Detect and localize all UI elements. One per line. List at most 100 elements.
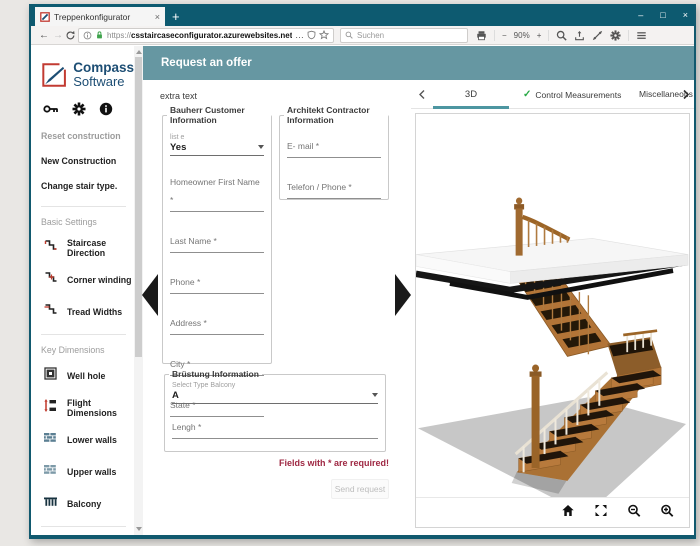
browser-titlebar: Treppenkonfigurator × + – □ × [31,4,694,26]
https-lock-icon [97,31,102,39]
customer-list-select[interactable]: list e Yes [170,134,264,156]
forward-button[interactable]: → [51,30,65,41]
page-actions-icon[interactable]: … [295,30,304,40]
save-pocket-icon[interactable] [574,30,585,41]
site-info-icon[interactable] [83,31,92,40]
new-tab-button[interactable]: + [172,7,180,26]
tab-control-measurements[interactable]: ✓ Control Measurements [523,80,621,109]
send-request-button[interactable]: Send request [331,479,389,499]
field-telefon[interactable]: Telefon / Phone * [287,177,381,199]
balcony-information-fieldset: Brüstung Information Select Type Balcony… [164,369,386,452]
window-minimize-button[interactable]: – [638,10,643,20]
customer-information-fieldset: Bauherr Customer Information list e Yes … [162,105,272,417]
search-placeholder: Suchen [357,30,385,40]
lower-walls-icon [43,430,58,450]
zoom-out-view-icon[interactable] [627,504,641,522]
url-text[interactable]: https://csstaircaseconfigurator.azureweb… [107,31,292,40]
field-last-name[interactable]: Last Name * [170,231,264,253]
home-view-icon[interactable] [561,504,575,522]
divider [41,206,126,207]
field-address[interactable]: Address * [170,313,264,335]
viewport-toolbar [416,497,689,527]
address-bar[interactable]: https://csstaircaseconfigurator.azureweb… [78,27,334,43]
print-icon[interactable] [476,30,487,41]
staircase-direction-icon [43,238,58,258]
search-input[interactable]: Suchen [340,27,468,43]
contractor-legend: Architekt Contractor Information [287,105,370,125]
sidebar-item-corner-winding[interactable]: Corner winding [43,270,134,290]
window-maximize-button[interactable]: □ [660,10,665,20]
zoom-in-button[interactable]: + [537,31,542,40]
balcony-icon [43,494,58,514]
reload-icon[interactable] [65,30,76,41]
sidebar-item-lower-walls[interactable]: Lower walls [43,430,134,450]
upper-walls-icon [43,462,58,482]
settings-gear-icon[interactable] [610,29,621,41]
magnifier-icon[interactable] [556,30,568,41]
browser-toolbar: ← → https://csstaircaseconfigurator.azur… [31,26,694,45]
list-label: list e [170,133,185,141]
customer-legend: Bauherr Customer Information [170,105,245,125]
zoom-in-view-icon[interactable] [660,504,674,522]
info-icon[interactable] [99,102,113,121]
viewer-panel: 3D ✓ Control Measurements Miscellaneous [411,80,694,535]
balcony-type-value: A [172,389,179,401]
balcony-legend: Brüstung Information [172,369,259,379]
viewer-tabbar: 3D ✓ Control Measurements Miscellaneous [411,80,694,109]
tabs-scroll-left-icon[interactable] [417,89,427,100]
panel-arrow-right[interactable] [395,274,411,316]
chevron-down-icon [258,145,264,150]
field-email[interactable]: E- mail * [287,136,381,158]
3d-viewport[interactable] [415,113,690,528]
sidebar-item-balcony[interactable]: Balcony [43,494,134,514]
sidebar-item-flight-dimensions[interactable]: Flight Dimensions [43,398,134,418]
sidebar-item-tread-widths[interactable]: Tread Widths [43,302,134,322]
sidebar-item-well-hole[interactable]: Well hole [43,366,134,386]
sidebar-link-new-construction[interactable]: New Construction [41,156,134,166]
tracking-shield-icon[interactable] [307,30,316,40]
zoom-level[interactable]: 90% [514,31,530,40]
scrollbar-thumb[interactable] [135,57,142,357]
sidebar-item-staircase-direction[interactable]: Staircase Direction [43,238,134,258]
gear-icon[interactable] [72,102,86,121]
balcony-type-select[interactable]: Select Type Balcony A [172,382,378,404]
sidebar-link-reset-construction[interactable]: Reset construction [41,131,134,141]
sidebar-item-upper-walls[interactable]: Upper walls [43,462,134,482]
select-type-balcony-label: Select Type Balcony [172,381,236,389]
well-hole-icon [43,366,58,386]
extra-text: extra text [160,91,198,101]
bookmark-star-icon[interactable] [319,30,329,40]
scroll-up-icon[interactable] [136,50,142,54]
scroll-down-icon[interactable] [136,527,142,531]
fit-view-icon[interactable] [594,504,608,522]
fullscreen-icon[interactable] [592,30,603,41]
window-close-button[interactable]: × [683,10,688,20]
menu-hamburger-icon[interactable] [636,30,647,41]
browser-window: Treppenkonfigurator × + – □ × ← → https:… [29,4,696,539]
zoom-out-button[interactable]: − [502,31,507,40]
field-length[interactable]: Lengh * [172,417,378,439]
sidebar-link-change-stair-type[interactable]: Change stair type. [41,181,134,191]
browser-tab[interactable]: Treppenkonfigurator × [35,7,165,26]
favicon-compass-icon [40,11,50,22]
field-homeowner-first-name[interactable]: Homeowner First Name * [170,172,264,212]
divider [41,526,126,527]
back-button[interactable]: ← [37,30,51,41]
required-fields-note: Fields with * are required! [278,458,389,468]
panel-arrow-left[interactable] [142,274,158,316]
section-header-key-dimensions: Key Dimensions [41,345,105,355]
request-offer-form: extra text Bauherr Customer Information … [142,80,411,535]
logo-line1: Compass [73,60,134,76]
divider [41,334,126,335]
tabs-scroll-right-icon[interactable] [681,89,691,100]
tab-title: Treppenkonfigurator [54,11,131,22]
tab-3d[interactable]: 3D [433,80,509,109]
compass-logo-icon [42,63,66,87]
compass-software-logo: Compass Software [41,58,134,92]
tab-close-icon[interactable]: × [155,12,160,22]
field-phone[interactable]: Phone * [170,272,264,294]
staircase-3d-render [416,197,689,516]
key-icon[interactable] [43,102,59,121]
corner-winding-icon [43,270,58,290]
check-icon: ✓ [523,89,532,100]
